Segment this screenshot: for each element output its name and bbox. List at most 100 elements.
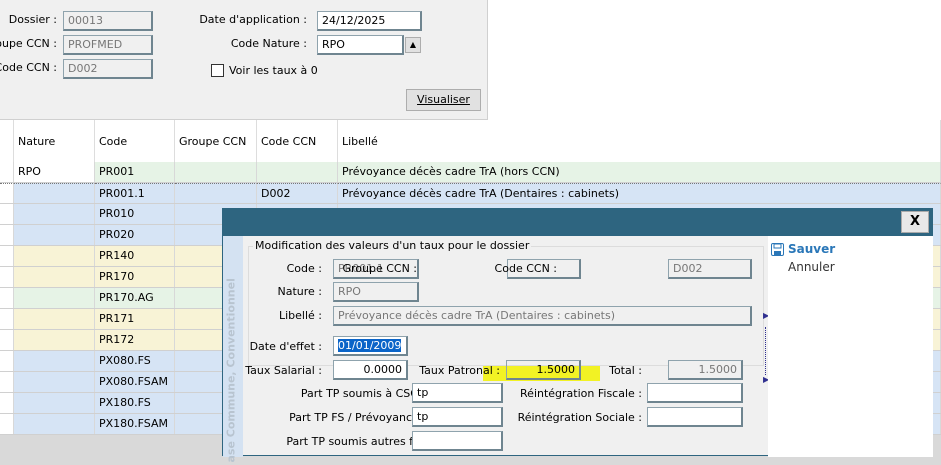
- nature-cell[interactable]: [14, 351, 95, 371]
- libelle-label: Libellé :: [278, 309, 322, 322]
- reintegration-sociale-input[interactable]: [647, 407, 743, 427]
- taux-salarial-label: Taux Salarial :: [245, 364, 322, 377]
- taux-salarial-input[interactable]: 0.0000: [333, 360, 408, 380]
- nature-label: Nature :: [277, 285, 322, 298]
- nature-cell[interactable]: [14, 267, 95, 287]
- code-ccn-label: Code CCN :: [494, 262, 557, 275]
- part-tp-csg-label: Part TP soumis à CSG :: [300, 387, 426, 400]
- nature-cell[interactable]: [14, 204, 95, 224]
- reintegration-fiscale-label: Réintégration Fiscale :: [520, 387, 642, 400]
- reintegration-fiscale-input[interactable]: [647, 383, 743, 403]
- code-cell[interactable]: PR171: [95, 309, 175, 329]
- floppy-disk-icon: [771, 242, 784, 256]
- column-header-code[interactable]: Code: [95, 120, 175, 162]
- groupe-ccn-label: Groupe CCN :: [342, 262, 417, 275]
- taux-patronal-input[interactable]: 1.5000: [506, 360, 581, 380]
- nature-cell[interactable]: [14, 414, 95, 434]
- selector[interactable]: [0, 330, 14, 350]
- splitter-handle[interactable]: [765, 327, 766, 375]
- taux-patronal-label: Taux Patronal :: [419, 364, 500, 377]
- code-cell[interactable]: PR170.AG: [95, 288, 175, 308]
- save-button[interactable]: Sauver: [771, 242, 835, 256]
- code-nature-dropdown-button[interactable]: ▲: [405, 37, 421, 53]
- column-header-nature[interactable]: Nature: [14, 120, 95, 162]
- code-cell[interactable]: PR172: [95, 330, 175, 350]
- code-ccn-cell[interactable]: [257, 162, 338, 182]
- selector[interactable]: [0, 225, 14, 245]
- selector[interactable]: [0, 393, 14, 413]
- close-button[interactable]: X: [901, 211, 929, 233]
- dossier-label: Dossier :: [8, 13, 57, 26]
- code-cell[interactable]: PR020: [95, 225, 175, 245]
- groupe-ccn-cell[interactable]: [175, 183, 257, 203]
- nature-cell[interactable]: [14, 309, 95, 329]
- selector[interactable]: [0, 288, 14, 308]
- selector[interactable]: [0, 183, 14, 203]
- code-cell[interactable]: PR010: [95, 204, 175, 224]
- voir-taux-checkbox[interactable]: [211, 64, 224, 77]
- modification-taux-dialog: X ase Commune, Conventionnel Modificatio…: [222, 208, 933, 463]
- nature-cell[interactable]: [14, 372, 95, 392]
- selector[interactable]: [0, 267, 14, 287]
- reintegration-sociale-label: Réintégration Sociale :: [517, 411, 642, 424]
- libelle-cell[interactable]: Prévoyance décès cadre TrA (hors CCN): [338, 162, 941, 182]
- voir-taux-label: Voir les taux à 0: [229, 64, 318, 77]
- nature-cell[interactable]: [14, 288, 95, 308]
- code-cell[interactable]: PX080.FS: [95, 351, 175, 371]
- nature-cell[interactable]: [14, 393, 95, 413]
- code-ccn-field: D002: [63, 59, 153, 79]
- vertical-tab-label: ase Commune, Conventionnel: [224, 278, 238, 463]
- part-tp-autres-input[interactable]: [412, 431, 503, 451]
- selector[interactable]: [0, 414, 14, 434]
- column-header-libelle[interactable]: Libellé: [338, 120, 941, 162]
- code-cell[interactable]: PR001.1: [95, 183, 175, 203]
- nature-cell[interactable]: [14, 330, 95, 350]
- code-cell[interactable]: PX180.FSAM: [95, 414, 175, 434]
- code-cell[interactable]: PX180.FS: [95, 393, 175, 413]
- selector[interactable]: [0, 204, 14, 224]
- code-cell[interactable]: PR140: [95, 246, 175, 266]
- table-row[interactable]: RPO PR001 Prévoyance décès cadre TrA (hors…: [0, 162, 941, 183]
- dossier-field: 00013: [63, 11, 153, 31]
- groupe-ccn-cell[interactable]: [175, 162, 257, 182]
- nature-cell[interactable]: [14, 183, 95, 203]
- column-header-code-ccn[interactable]: Code CCN: [257, 120, 338, 162]
- column-header-groupe-ccn[interactable]: Groupe CCN: [175, 120, 257, 162]
- code-cell[interactable]: PR170: [95, 267, 175, 287]
- code-ccn-field: D002: [668, 259, 752, 279]
- date-effet-label: Date d'effet :: [249, 340, 322, 353]
- groupe-ccn-field: PROFMED: [63, 35, 153, 55]
- selector[interactable]: [0, 372, 14, 392]
- total-field: 1.5000: [668, 360, 743, 380]
- table-row[interactable]: PR001.1 D002 Prévoyance décès cadre TrA (D…: [0, 183, 941, 204]
- selector[interactable]: [0, 246, 14, 266]
- part-tp-csg-input[interactable]: tp: [412, 383, 503, 403]
- selector[interactable]: [0, 309, 14, 329]
- date-effet-value: 01/01/2009: [338, 339, 402, 352]
- action-panel: Sauver Annuler: [768, 236, 933, 457]
- date-effet-input[interactable]: 01/01/2009: [333, 336, 408, 356]
- code-cell[interactable]: PX080.FSAM: [95, 372, 175, 392]
- date-application-label: Date d'application :: [199, 13, 307, 26]
- triangle-up-icon: ▲: [409, 40, 417, 49]
- nature-cell[interactable]: [14, 225, 95, 245]
- date-application-input[interactable]: 24/12/2025: [317, 11, 422, 31]
- visualiser-button[interactable]: Visualiser: [406, 89, 481, 111]
- code-cell[interactable]: PR001: [95, 162, 175, 182]
- libelle-field: Prévoyance décès cadre TrA (Dentaires : …: [333, 306, 752, 326]
- vertical-tab-strip[interactable]: ase Commune, Conventionnel: [223, 236, 243, 463]
- code-nature-input[interactable]: RPO: [317, 35, 404, 55]
- nature-cell[interactable]: [14, 246, 95, 266]
- code-label: Code :: [286, 262, 322, 275]
- part-tp-fs-input[interactable]: tp: [412, 407, 503, 427]
- selector[interactable]: [0, 351, 14, 371]
- selector[interactable]: [0, 162, 14, 182]
- code-nature-label: Code Nature :: [230, 37, 307, 50]
- nature-cell[interactable]: RPO: [14, 162, 95, 182]
- cancel-button[interactable]: Annuler: [788, 260, 835, 274]
- libelle-cell[interactable]: Prévoyance décès cadre TrA (Dentaires : …: [338, 183, 941, 203]
- nature-field: RPO: [333, 282, 419, 302]
- dialog-title-bar[interactable]: [223, 209, 932, 236]
- part-tp-autres-label: Part TP soumis autres fs :: [286, 435, 426, 448]
- code-ccn-cell[interactable]: D002: [257, 183, 338, 203]
